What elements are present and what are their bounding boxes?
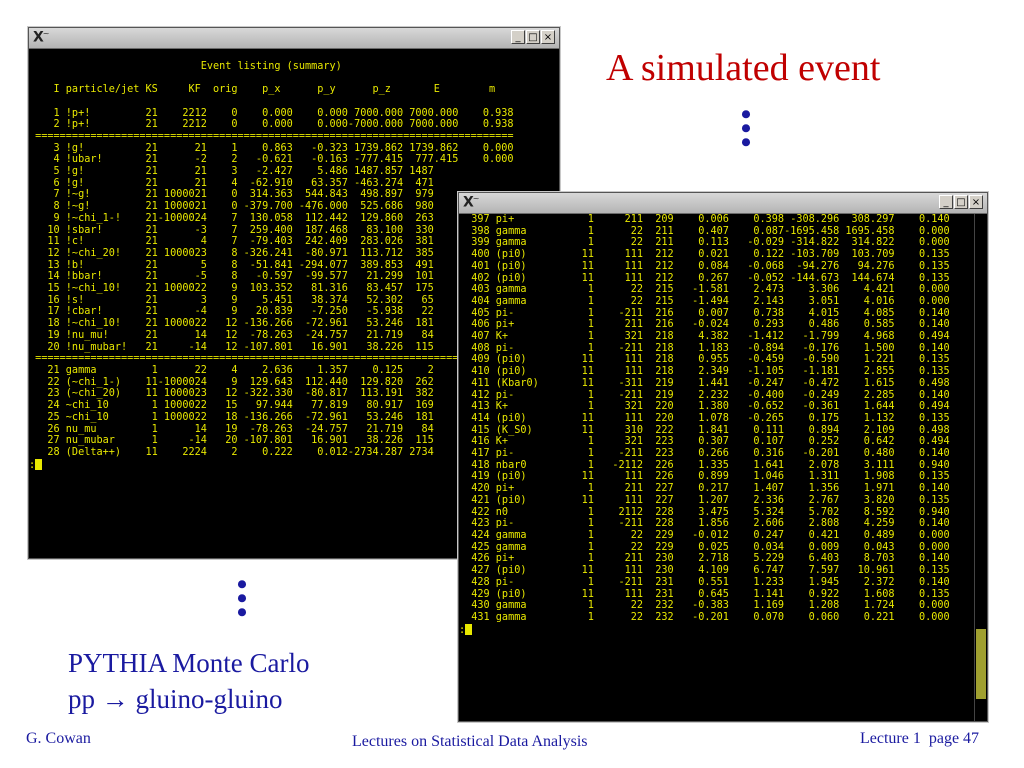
terminal-line: 413 K+ 1 321 220 1.380 -0.652 -0.361 1.6… [459, 401, 950, 413]
terminal-line: 412 pi- 1 -211 219 2.232 -0.400 -0.249 2… [459, 389, 950, 401]
terminal-line: 5 !g! 21 21 3 -2.427 5.486 1487.857 1487 [29, 166, 434, 178]
terminal-line: ========================================… [29, 130, 514, 142]
caption-process: pp → gluino-gluino [68, 684, 283, 714]
terminal-line: 426 pi+ 1 211 230 2.718 5.229 6.403 8.70… [459, 553, 950, 565]
close-button[interactable]: × [541, 30, 555, 44]
terminal-line: 409 (pi0) 11 111 218 0.955 -0.459 -0.590… [459, 354, 950, 366]
terminal-prompt[interactable]: : [459, 623, 971, 637]
maximize-button[interactable]: □ [526, 30, 540, 44]
footer-author: G. Cowan [26, 730, 91, 747]
x-logo-icon[interactable]: X~ [33, 29, 49, 46]
minimize-button[interactable]: _ [939, 195, 953, 209]
terminal-line: 431 gamma 1 22 232 -0.201 0.070 0.060 0.… [459, 611, 950, 623]
maximize-button[interactable]: □ [954, 195, 968, 209]
terminal-line: 422 n0 1 2112 228 3.475 5.324 5.702 8.59… [459, 506, 950, 518]
window-titlebar[interactable]: X~ _ □ × [29, 28, 559, 49]
window-titlebar[interactable]: X~ _ □ × [459, 193, 987, 214]
xterm-window-particle-list[interactable]: X~ _ □ × 397 pi+ 1 211 209 0.006 0.398 -… [458, 192, 988, 722]
terminal-line: 421 (pi0) 11 111 227 1.207 2.336 2.767 3… [459, 494, 950, 506]
terminal-line: 420 pi+ 1 211 227 0.217 1.407 1.356 1.97… [459, 483, 950, 495]
terminal-line: 398 gamma 1 22 211 0.407 0.087-1695.458 … [459, 225, 950, 237]
terminal-line: 410 (pi0) 11 111 218 2.349 -1.105 -1.181… [459, 366, 950, 378]
terminal-line: 423 pi- 1 -211 228 1.856 2.606 2.808 4.2… [459, 518, 950, 530]
terminal-line: 1 !p+! 21 2212 0 0.000 0.000 7000.000 70… [29, 107, 514, 119]
terminal-line: 424 gamma 1 22 229 -0.012 0.247 0.421 0.… [459, 529, 950, 541]
terminal-line: I particle/jet KS KF orig p_x p_y p_z E … [29, 84, 496, 96]
terminal-lines: 397 pi+ 1 211 209 0.006 0.398 -308.296 3… [459, 214, 971, 624]
terminal-line: 430 gamma 1 22 232 -0.383 1.169 1.208 1.… [459, 600, 950, 612]
terminal-line: Event listing (summary) [29, 60, 342, 72]
terminal-line: 428 pi- 1 -211 231 0.551 1.233 1.945 2.3… [459, 576, 950, 588]
terminal-line: 401 (pi0) 11 111 212 0.084 -0.068 -94.27… [459, 260, 950, 272]
caption-generator: PYTHIA Monte Carlo [68, 648, 310, 678]
terminal-line: 397 pi+ 1 211 209 0.006 0.398 -308.296 3… [459, 214, 950, 225]
close-button[interactable]: × [969, 195, 983, 209]
vertical-ellipsis-icon: • • • [740, 98, 752, 159]
terminal-line: 429 (pi0) 11 111 231 0.645 1.141 0.922 1… [459, 588, 950, 600]
terminal-line: 425 gamma 1 22 229 0.025 0.034 0.009 0.0… [459, 541, 950, 553]
vertical-ellipsis-icon: • • • [236, 568, 248, 629]
terminal-line: 403 gamma 1 22 215 -1.581 2.473 3.306 4.… [459, 284, 950, 296]
terminal-line: 404 gamma 1 22 215 -1.494 2.143 3.051 4.… [459, 295, 950, 307]
terminal-line: 427 (pi0) 11 111 230 4.109 6.747 7.597 1… [459, 565, 950, 577]
terminal-line: 415 (K_S0) 11 310 222 1.841 0.111 0.894 … [459, 424, 950, 436]
terminal-line: 411 (Kbar0) 11 -311 219 1.441 -0.247 -0.… [459, 377, 950, 389]
footer-course: Lectures on Statistical Data Analysis [352, 733, 588, 750]
terminal-line: 406 pi+ 1 211 216 -0.024 0.293 0.486 0.5… [459, 319, 950, 331]
terminal-line: 6 !g! 21 21 4 -62.910 63.357 -463.274 47… [29, 177, 434, 189]
terminal-line: 399 gamma 1 22 211 0.113 -0.029 -314.822… [459, 237, 950, 249]
terminal-line: 414 (pi0) 11 111 220 1.078 -0.265 0.175 … [459, 412, 950, 424]
terminal-line: 400 (pi0) 11 111 212 0.021 0.122 -103.70… [459, 249, 950, 261]
terminal-line: 417 pi- 1 -211 223 0.266 0.316 -0.201 0.… [459, 448, 950, 460]
footer-page: Lecture 1 page 47 [860, 730, 980, 747]
terminal-line: 405 pi- 1 -211 216 0.007 0.738 4.015 4.0… [459, 307, 950, 319]
terminal-line: 416 K+ 1 321 223 0.307 0.107 0.252 0.642… [459, 436, 950, 448]
terminal-output[interactable]: 397 pi+ 1 211 209 0.006 0.398 -308.296 3… [459, 214, 971, 722]
text-cursor [465, 623, 473, 635]
slide-heading: A simulated event [606, 47, 881, 89]
terminal-line: 4 !ubar! 21 -2 2 -0.621 -0.163 -777.415 … [29, 154, 514, 166]
scrollbar-thumb[interactable] [976, 629, 986, 699]
minimize-button[interactable]: _ [511, 30, 525, 44]
text-cursor [35, 458, 43, 470]
x-logo-icon[interactable]: X~ [463, 194, 479, 211]
terminal-line: 407 K+ 1 321 218 4.382 -1.412 -1.799 4.9… [459, 331, 950, 343]
terminal-line: 418 nbar0 1 -2112 226 1.335 1.641 2.078 … [459, 459, 950, 471]
terminal-line: 2 !p+! 21 2212 0 0.000 0.000-7000.000 70… [29, 119, 514, 131]
terminal-line: 3 !g! 21 21 1 0.863 -0.323 1739.862 1739… [29, 142, 514, 154]
vertical-scrollbar[interactable] [974, 214, 987, 721]
terminal-line: 402 (pi0) 11 111 212 0.267 -0.052 -144.6… [459, 272, 950, 284]
terminal-line: 408 pi- 1 -211 218 1.183 -0.894 -0.176 1… [459, 342, 950, 354]
terminal-line: 419 (pi0) 11 111 226 0.899 1.046 1.311 1… [459, 471, 950, 483]
